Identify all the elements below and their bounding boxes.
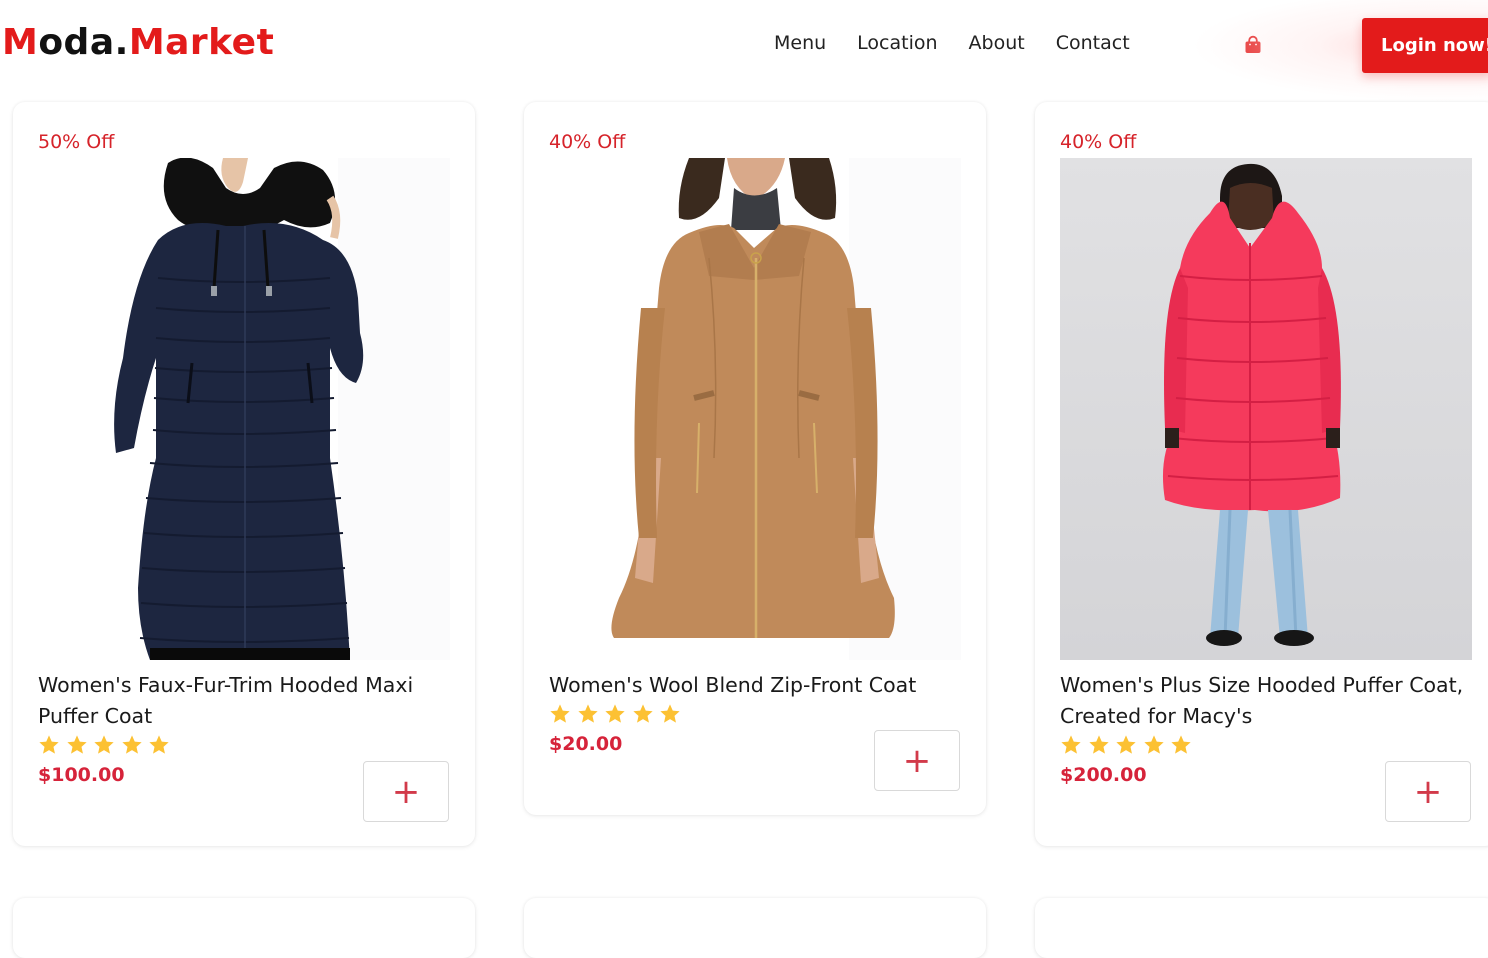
discount-badge: 50% Off <box>38 131 115 153</box>
star-icon <box>66 734 94 756</box>
main-nav: Menu Location About Contact <box>774 32 1161 54</box>
star-icon <box>632 703 660 725</box>
brand-logo-market: Market <box>128 22 275 63</box>
product-card-partial <box>13 898 475 958</box>
star-icon <box>1143 734 1171 756</box>
star-icon <box>1115 734 1143 756</box>
star-icon <box>577 703 605 725</box>
add-to-cart-button[interactable]: + <box>363 761 449 822</box>
product-card-partial <box>524 898 986 958</box>
brand-logo-m: M <box>2 22 39 63</box>
star-icon <box>148 734 176 756</box>
product-name[interactable]: Women's Plus Size Hooded Puffer Coat, Cr… <box>1060 670 1488 732</box>
product-card: 40% Off Women's Plus Size Hooded Puffer … <box>1035 102 1488 846</box>
nav-menu-link[interactable]: Menu <box>774 32 826 54</box>
product-image[interactable] <box>1060 158 1472 660</box>
product-card: 50% Off Women's Faux-Fur-Trim Hooded Max… <box>13 102 475 846</box>
product-price: $20.00 <box>549 733 623 755</box>
star-icon <box>549 703 577 725</box>
add-to-cart-button[interactable]: + <box>874 730 960 791</box>
nav-about-link[interactable]: About <box>969 32 1025 54</box>
discount-badge: 40% Off <box>1060 131 1137 153</box>
product-price: $100.00 <box>38 764 125 786</box>
add-to-cart-button[interactable]: + <box>1385 761 1471 822</box>
brand-logo-moda: oda. <box>38 22 129 63</box>
nav-location-link[interactable]: Location <box>857 32 937 54</box>
rating-stars <box>549 703 687 725</box>
discount-badge: 40% Off <box>549 131 626 153</box>
product-card: 40% Off Women's Wool Blend Zip-Front Coa… <box>524 102 986 815</box>
product-name[interactable]: Women's Faux-Fur-Trim Hooded Maxi Puffer… <box>38 670 468 732</box>
star-icon <box>93 734 121 756</box>
brand-logo[interactable]: Moda.Market <box>2 22 274 63</box>
rating-stars <box>38 734 176 756</box>
star-icon <box>604 703 632 725</box>
star-icon <box>1170 734 1198 756</box>
login-button[interactable]: Login now! <box>1362 18 1488 73</box>
product-name[interactable]: Women's Wool Blend Zip-Front Coat <box>549 670 979 701</box>
star-icon <box>1088 734 1116 756</box>
rating-stars <box>1060 734 1198 756</box>
product-price: $200.00 <box>1060 764 1147 786</box>
product-image[interactable] <box>38 158 450 660</box>
nav-contact-link[interactable]: Contact <box>1056 32 1130 54</box>
product-image[interactable] <box>549 158 961 660</box>
star-icon <box>121 734 149 756</box>
star-icon <box>659 703 687 725</box>
product-card-partial <box>1035 898 1488 958</box>
site-header: Moda.Market Menu Location About Contact … <box>0 0 1488 102</box>
star-icon <box>38 734 66 756</box>
star-icon <box>1060 734 1088 756</box>
